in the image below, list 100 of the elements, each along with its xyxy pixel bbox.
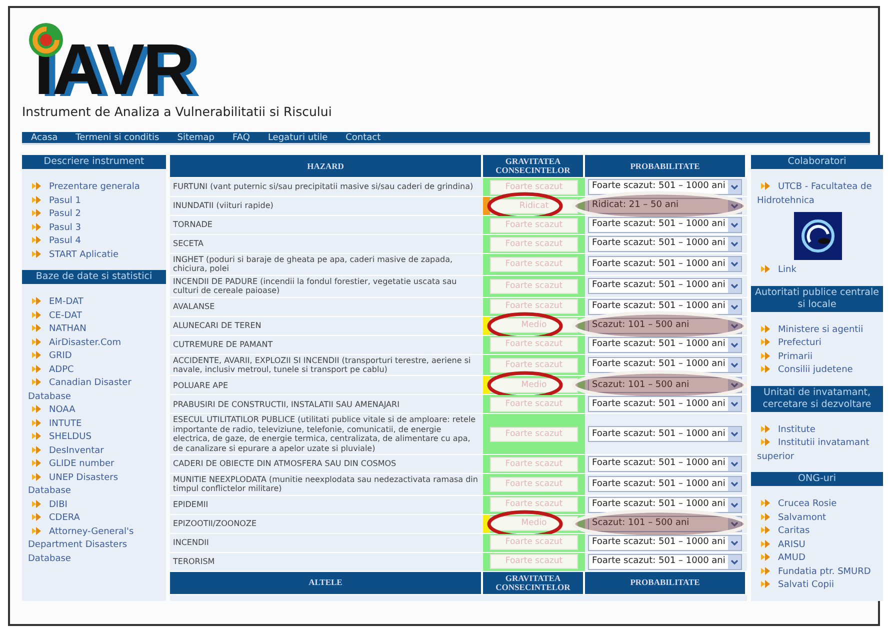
- probability-select[interactable]: Foarte scazut: 501 – 1000 ani: [588, 236, 742, 252]
- sidebar-link[interactable]: AMUD: [757, 552, 879, 566]
- sidebar-link[interactable]: START Aplicatie: [28, 248, 162, 262]
- hazard-cell-text: POLUARE APE: [172, 380, 230, 392]
- bullet-icon: [761, 553, 770, 561]
- sidebar-link[interactable]: Pasul 3: [28, 222, 162, 235]
- sidebar-link[interactable]: CDERA: [28, 512, 162, 526]
- probability-select[interactable]: Foarte scazut: 501 – 1000 ani: [588, 217, 742, 233]
- hazard-cell-text: INUNDATII (viituri rapide): [172, 200, 274, 212]
- probability-select[interactable]: Foarte scazut: 501 – 1000 ani: [588, 336, 742, 353]
- nav-link[interactable]: Sitemap: [168, 132, 224, 143]
- probability-select[interactable]: Foarte scazut: 501 – 1000 ani: [588, 476, 742, 492]
- bullet-icon: [32, 418, 41, 426]
- hazard-cell-text: PRABUSIRI DE CONSTRUCTII, INSTALATII SAU AMENAJARI: [172, 398, 400, 411]
- column-header: ALTELE: [170, 572, 483, 594]
- bullet-icon: [761, 324, 770, 332]
- column-header: GRAVITATEA CONSECINTELOR: [483, 155, 585, 177]
- probability-select[interactable]: Foarte scazut: 501 – 1000 ani: [588, 456, 742, 472]
- sidebar-link[interactable]: AirDisaster.Com: [28, 336, 162, 350]
- sidebar-link[interactable]: DesInventar: [28, 444, 162, 458]
- sidebar-link[interactable]: Institute: [757, 424, 879, 437]
- probability-select[interactable]: Foarte scazut: 501 – 1000 ani: [588, 179, 742, 195]
- bullet-icon: [32, 310, 41, 318]
- probability-select[interactable]: Ridicat: 21 – 50 ani: [588, 198, 742, 214]
- bullet-icon: [32, 364, 41, 372]
- hazard-cell-text: ESECUL UTILITATILOR PUBLICE (utilitati publice vitale si de amploare: retele importante de radio, televiziune, telefonie, comunicatii, de energie electrica, de gaze, de energie termica, centralizata, de alimentare cu apa, de canalizare si epurare a apelor uzate si pluviale): [172, 414, 477, 454]
- sidebar-link[interactable]: ARISU: [757, 538, 879, 552]
- probability-select[interactable]: Foarte scazut: 501 – 1000 ani: [588, 426, 742, 442]
- bullet-icon: [32, 459, 41, 467]
- section-header: ONG-uri: [751, 472, 883, 486]
- hazard-cell-text: TERORISM: [172, 556, 216, 568]
- logo-text: IAVR: [34, 39, 193, 102]
- probability-select[interactable]: Foarte scazut: 501 – 1000 ani: [588, 496, 742, 513]
- bullet-icon: [32, 196, 41, 204]
- bullet-icon: [32, 236, 41, 244]
- sidebar-link[interactable]: INTUTE: [28, 418, 162, 431]
- sidebar-link[interactable]: Ministere si agentii: [757, 324, 879, 337]
- probability-select[interactable]: Foarte scazut: 501 – 1000 ani: [588, 357, 742, 374]
- section-header: Descriere instrument: [22, 155, 166, 169]
- probability-select[interactable]: Scazut: 101 – 500 ani: [588, 377, 742, 394]
- sidebar-link[interactable]: Attorney-General's Department Disasters Database: [28, 526, 162, 566]
- sidebar-link[interactable]: Salvati Copii: [757, 579, 879, 592]
- probability-select[interactable]: Scazut: 101 – 500 ani: [588, 318, 742, 334]
- sidebar-link[interactable]: Canadian Disaster Database: [28, 377, 162, 404]
- probability-select[interactable]: Foarte scazut: 501 – 1000 ani: [588, 534, 742, 551]
- sidebar-link[interactable]: NATHAN: [28, 323, 162, 336]
- hazard-cell-text: ACCIDENTE, AVARII, EXPLOZII SI INCENDII (transporturi terestre, aeriene si navale, inclusiv metroul, tunele si transport pe cablu): [172, 354, 472, 376]
- sidebar-link[interactable]: Salvamont: [757, 512, 879, 525]
- probability-select[interactable]: Foarte scazut: 501 – 1000 ani: [588, 298, 742, 315]
- sidebar-link[interactable]: CE-DAT: [28, 310, 162, 323]
- hazard-cell-text: FURTUNI (vant puternic si/sau precipitatii masive si/sau caderi de grindina): [172, 181, 474, 194]
- sidebar-link[interactable]: DIBI: [28, 498, 162, 512]
- nav-link[interactable]: Legaturi utile: [258, 132, 337, 143]
- sidebar-link[interactable]: Caritas: [757, 525, 879, 538]
- nav-link[interactable]: Termeni si conditis: [66, 132, 168, 143]
- probability-select[interactable]: Foarte scazut: 501 – 1000 ani: [588, 396, 742, 412]
- column-header: GRAVITATEA CONSECINTELOR: [483, 572, 585, 594]
- nav-link[interactable]: FAQ: [224, 132, 259, 143]
- sidebar-link[interactable]: GLIDE number: [28, 458, 162, 472]
- probability-select[interactable]: Scazut: 101 – 500 ani: [588, 516, 742, 532]
- bullet-icon: [761, 265, 770, 273]
- sidebar-link[interactable]: Primarii: [757, 350, 879, 364]
- sidebar-link[interactable]: Prefecturi: [757, 337, 879, 350]
- bullet-icon: [32, 182, 41, 190]
- hazard-cell-text: AVALANSE: [172, 300, 216, 313]
- bullet-icon: [761, 540, 770, 548]
- bullet-icon: [32, 405, 41, 413]
- section-header: Autoritati publice centrale si locale: [751, 286, 883, 312]
- hazard-cell-text: CADERI DE OBIECTE DIN ATMOSFERA SAU DIN COSMOS: [172, 458, 398, 470]
- section-header: Unitati de invatamant, cercetare si dezvoltare: [751, 386, 883, 412]
- probability-select[interactable]: Foarte scazut: 501 – 1000 ani: [588, 256, 742, 272]
- probability-select[interactable]: Foarte scazut: 501 – 1000 ani: [588, 278, 742, 294]
- sidebar-link[interactable]: Consilii judetene: [757, 364, 879, 378]
- sidebar-link[interactable]: EM-DAT: [28, 296, 162, 310]
- sidebar-link[interactable]: GRID: [28, 350, 162, 364]
- sidebar-link[interactable]: Fundatia ptr. SMURD: [757, 566, 879, 579]
- hazard-cell-text: MUNITIE NEEXPLODATA (munitie neexplodata sau nedezactivata ramasa din timpul conflictelor militare): [172, 474, 479, 495]
- probability-select[interactable]: Foarte scazut: 501 – 1000 ani: [588, 554, 742, 570]
- bullet-icon: [761, 352, 770, 360]
- nav-link[interactable]: Acasa: [22, 132, 67, 143]
- bullet-icon: [761, 566, 770, 574]
- bullet-icon: [761, 499, 770, 507]
- sidebar-link[interactable]: NOAA: [28, 404, 162, 418]
- bullet-icon: [761, 365, 770, 373]
- sidebar-link[interactable]: UNEP Disasters Database: [28, 472, 162, 498]
- sidebar-link[interactable]: UTCB - Facultatea de Hidrotehnica: [757, 181, 879, 208]
- nav-link[interactable]: Contact: [336, 132, 390, 143]
- hazard-cell-text: TORNADE: [172, 219, 214, 232]
- sidebar-link[interactable]: Crucea Rosie: [757, 498, 879, 512]
- bullet-icon: [32, 378, 41, 386]
- hazard-cell-text: EPIZOOTII/ZOONOZE: [172, 518, 258, 530]
- sidebar-link[interactable]: Pasul 1: [28, 194, 162, 208]
- sidebar-link[interactable]: Prezentare generala: [28, 181, 162, 194]
- sidebar-link[interactable]: ADPC: [28, 364, 162, 377]
- sidebar-link[interactable]: Pasul 2: [28, 208, 162, 222]
- sidebar-link[interactable]: Institutii invatamant superior: [757, 437, 879, 464]
- sidebar-link[interactable]: Pasul 4: [28, 235, 162, 248]
- bullet-icon: [761, 182, 770, 190]
- sidebar-link[interactable]: SHELDUS: [28, 431, 162, 444]
- sidebar-link[interactable]: Link: [757, 264, 879, 278]
